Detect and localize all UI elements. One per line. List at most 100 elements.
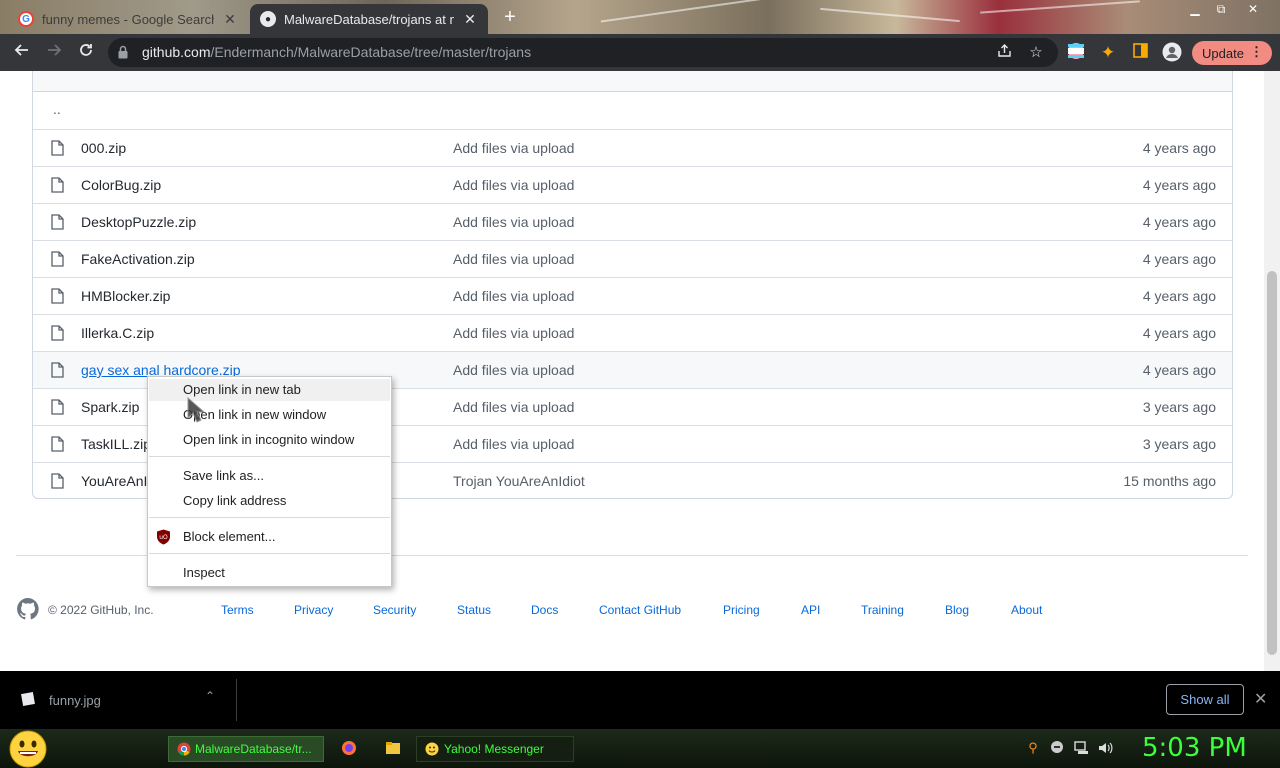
firefox-icon[interactable]	[341, 740, 357, 756]
commit-message[interactable]: Trojan YouAreAnIdiot	[453, 473, 585, 489]
commit-age: 4 years ago	[1142, 214, 1216, 230]
taskbar: MalwareDatabase/tr... Yahoo! Messenger ⚲…	[0, 729, 1280, 768]
menu-item-open-incognito[interactable]: Open link in incognito window	[183, 432, 354, 447]
commit-message[interactable]: Add files via upload	[453, 436, 574, 452]
commit-message[interactable]: Add files via upload	[453, 251, 574, 267]
forward-button[interactable]	[43, 42, 65, 64]
network-icon[interactable]	[1073, 740, 1089, 756]
file-name-link[interactable]: FakeActivation.zip	[81, 251, 195, 267]
commit-message[interactable]: Add files via upload	[453, 140, 574, 156]
image-file-icon[interactable]	[21, 692, 35, 706]
file-name-link[interactable]: Illerka.C.zip	[81, 325, 154, 341]
menu-item-block-element[interactable]: Block element...	[183, 529, 276, 544]
file-name-link[interactable]: Spark.zip	[81, 399, 139, 415]
footer-link-pricing[interactable]: Pricing	[723, 603, 760, 617]
tab-malware-database[interactable]: ● MalwareDatabase/trojans at master ✕	[250, 4, 488, 34]
page-scrollbar[interactable]	[1264, 71, 1280, 671]
footer-link-status[interactable]: Status	[457, 603, 491, 617]
parent-directory-link[interactable]: ..	[53, 101, 61, 117]
wallpaper-streak	[980, 0, 1140, 14]
menu-separator	[149, 517, 390, 518]
footer-link-security[interactable]: Security	[373, 603, 416, 617]
table-row[interactable]: 000.zip Add files via upload 4 years ago	[33, 129, 1232, 166]
search-icon[interactable]: ⚲	[1025, 740, 1041, 756]
side-panel-icon[interactable]	[1129, 42, 1151, 64]
browser-toolbar: github.com/Endermanch/MalwareDatabase/tr…	[0, 34, 1280, 71]
show-all-button[interactable]: Show all	[1166, 684, 1244, 715]
footer-link-api[interactable]: API	[801, 603, 820, 617]
menu-item-inspect[interactable]: Inspect	[183, 565, 225, 580]
tab-google-search[interactable]: G funny memes - Google Search ✕	[8, 4, 248, 34]
file-explorer-icon[interactable]	[385, 740, 401, 756]
scrollbar-thumb[interactable]	[1267, 271, 1277, 655]
share-icon[interactable]	[994, 43, 1014, 63]
file-icon	[51, 362, 64, 378]
commit-message[interactable]: Add files via upload	[453, 399, 574, 415]
footer-link-about[interactable]: About	[1011, 603, 1042, 617]
profile-avatar-icon[interactable]	[1161, 42, 1183, 64]
menu-item-copy-link[interactable]: Copy link address	[183, 493, 286, 508]
commit-message[interactable]: Add files via upload	[453, 362, 574, 378]
footer-link-terms[interactable]: Terms	[221, 603, 254, 617]
taskbar-clock[interactable]: 5:03 PM	[1142, 733, 1247, 763]
github-logo-icon[interactable]	[16, 597, 40, 621]
bookmark-star-icon[interactable]: ☆	[1026, 43, 1046, 63]
commit-message[interactable]: Add files via upload	[453, 325, 574, 341]
restore-button[interactable]: ⧉	[1209, 2, 1233, 18]
footer-link-docs[interactable]: Docs	[531, 603, 558, 617]
file-name-link[interactable]: 000.zip	[81, 140, 126, 156]
new-tab-button[interactable]: +	[498, 6, 522, 30]
table-row[interactable]: ColorBug.zip Add files via upload 4 year…	[33, 166, 1232, 203]
volume-icon[interactable]	[1097, 740, 1113, 756]
close-shelf-icon[interactable]: ✕	[1254, 689, 1267, 709]
commit-age: 3 years ago	[1142, 436, 1216, 452]
minimize-button[interactable]: ▁	[1183, 2, 1207, 18]
table-row[interactable]: FakeActivation.zip Add files via upload …	[33, 240, 1232, 277]
file-name-link[interactable]: YouAreAnI	[81, 473, 147, 489]
back-button[interactable]	[11, 42, 33, 64]
lock-icon[interactable]	[118, 45, 128, 59]
chevron-up-icon[interactable]: ⌃	[205, 689, 215, 703]
download-divider	[236, 679, 237, 721]
menu-item-save-link[interactable]: Save link as...	[183, 468, 264, 483]
table-row[interactable]: DesktopPuzzle.zip Add files via upload 4…	[33, 203, 1232, 240]
commit-age: 4 years ago	[1142, 251, 1216, 267]
profile-flag-icon[interactable]	[1065, 42, 1087, 64]
address-bar[interactable]: github.com/Endermanch/MalwareDatabase/tr…	[108, 38, 1058, 67]
download-shelf: funny.jpg ⌃ Show all ✕	[0, 671, 1280, 729]
download-file-name[interactable]: funny.jpg	[49, 693, 101, 708]
commit-age: 4 years ago	[1142, 140, 1216, 156]
start-smiley-icon[interactable]	[9, 730, 47, 768]
commit-age: 4 years ago	[1142, 325, 1216, 341]
commit-message[interactable]: Add files via upload	[453, 288, 574, 304]
table-row[interactable]: Illerka.C.zip Add files via upload 4 yea…	[33, 314, 1232, 351]
footer-link-blog[interactable]: Blog	[945, 603, 969, 617]
parent-directory-row[interactable]: ..	[33, 92, 1232, 129]
commit-message[interactable]: Add files via upload	[453, 177, 574, 193]
back-arrow-icon	[14, 44, 28, 56]
file-name-link[interactable]: HMBlocker.zip	[81, 288, 170, 304]
yahoo-smiley-icon	[425, 742, 439, 756]
update-button[interactable]: Update ⋮	[1192, 41, 1272, 65]
file-name-link[interactable]: TaskILL.zip	[81, 436, 151, 452]
footer-link-training[interactable]: Training	[861, 603, 904, 617]
close-tab-icon[interactable]: ✕	[462, 11, 478, 28]
url-text[interactable]: github.com/Endermanch/MalwareDatabase/tr…	[142, 44, 531, 60]
extensions-puzzle-icon[interactable]: ✦	[1097, 42, 1119, 64]
commit-message[interactable]: Add files via upload	[453, 214, 574, 230]
reload-button[interactable]	[75, 42, 97, 64]
table-row[interactable]: HMBlocker.zip Add files via upload 4 yea…	[33, 277, 1232, 314]
chat-bubble-icon[interactable]	[1049, 740, 1065, 756]
close-window-button[interactable]: ✕	[1241, 2, 1265, 18]
file-name-link[interactable]: DesktopPuzzle.zip	[81, 214, 196, 230]
menu-separator	[149, 456, 390, 457]
file-icon	[51, 325, 64, 341]
file-name-link[interactable]: ColorBug.zip	[81, 177, 161, 193]
mouse-cursor-icon	[187, 396, 206, 423]
footer-link-contact[interactable]: Contact GitHub	[599, 603, 681, 617]
taskbar-chrome-window[interactable]: MalwareDatabase/tr...	[168, 736, 324, 762]
footer-link-privacy[interactable]: Privacy	[294, 603, 333, 617]
taskbar-yahoo-messenger[interactable]: Yahoo! Messenger	[416, 736, 574, 762]
close-tab-icon[interactable]: ✕	[222, 11, 238, 28]
commit-age: 3 years ago	[1142, 399, 1216, 415]
